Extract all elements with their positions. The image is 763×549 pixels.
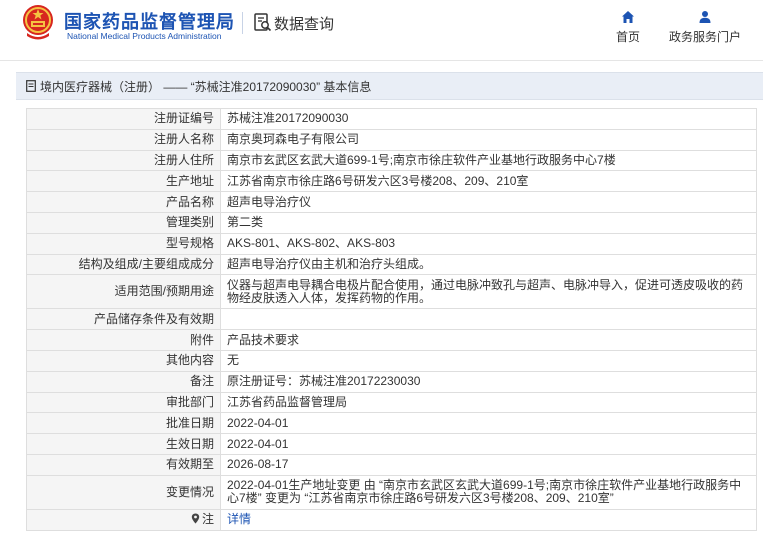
table-row: 生效日期 2022-04-01 [26,433,757,455]
field-value: 第二类 [220,211,757,234]
agency-name-en: National Medical Products Administration [67,31,222,41]
table-row: 管理类别 第二类 [26,211,757,234]
field-value: 江苏省南京市徐庄路6号研发六区3号楼208、209、210室 [220,170,757,193]
detail-title: 境内医疗器械（注册） —— “苏械注准20172090030” 基本信息 [40,80,372,94]
note-label: 注 [201,512,214,527]
national-emblem-icon [23,5,53,40]
table-row: 变更情况 2022-04-01生产地址变更 由 “南京市玄武区玄武大道699-1号… [26,474,757,510]
table-row: 适用范围/预期用途 仪器与超声电导耦合电极片配合使用，通过电脉冲致孔与超声、电脉冲… [26,274,757,310]
header-separator [0,60,763,61]
nav-gov-portal-label: 政务服务门户 [668,30,741,44]
field-label: 注册人名称 [26,128,221,151]
nav-home[interactable]: 首页 [608,10,648,45]
field-label: 附件 [26,329,221,351]
field-value: 2026-08-17 [220,453,757,476]
field-value: 无 [220,349,757,372]
field-value: 南京奥珂森电子有限公司 [220,128,757,151]
field-value: 2022-04-01生产地址变更 由 “南京市玄武区玄武大道699-1号;南京市… [220,474,757,510]
detail-table: 注册证编号 苏械注准20172090030 注册人名称 南京奥珂森电子有限公司 注册… [26,108,757,531]
field-label: 产品名称 [26,191,221,213]
field-value: 苏械注准20172090030 [220,108,757,130]
table-row: 审批部门 江苏省药品监督管理局 [26,391,757,414]
details-link[interactable]: 详情 [227,512,251,526]
document-icon [26,80,36,92]
field-value: 江苏省药品监督管理局 [220,391,757,414]
field-label: 产品储存条件及有效期 [26,308,221,331]
table-row: 产品名称 超声电导治疗仪 [26,191,757,213]
site-header: 国家药品监督管理局 National Medical Products Admi… [0,0,763,60]
detail-title-bar: 境内医疗器械（注册） —— “苏械注准20172090030” 基本信息 [16,72,763,100]
field-label: 适用范围/预期用途 [26,274,221,310]
field-label: 型号规格 [26,232,221,255]
nav-home-label: 首页 [615,30,640,44]
field-value: 原注册证号：苏械注准20172230030 [220,370,757,393]
field-label: 管理类别 [26,211,221,234]
table-row: 注 详情 [26,508,757,531]
field-value: 2022-04-01 [220,433,757,455]
home-icon [622,11,634,23]
field-label: 注册证编号 [26,108,221,130]
field-value: 产品技术要求 [220,329,757,351]
field-label: 批准日期 [26,412,221,435]
field-value: 超声电导治疗仪由主机和治疗头组成。 [220,253,757,276]
table-row: 结构及组成/主要组成成分 超声电导治疗仪由主机和治疗头组成。 [26,253,757,276]
section-title: 数据查询 [274,16,335,33]
field-value: 仪器与超声电导耦合电极片配合使用，通过电脉冲致孔与超声、电脉冲导入，促进可透皮吸… [220,274,757,310]
table-row: 注册人住所 南京市玄武区玄武大道699-1号;南京市徐庄软件产业基地行政服务中心7… [26,149,757,172]
table-row: 注册人名称 南京奥珂森电子有限公司 [26,128,757,151]
table-row: 产品储存条件及有效期 [26,308,757,331]
field-label: 审批部门 [26,391,221,414]
field-label: 注册人住所 [26,149,221,172]
table-row: 有效期至 2026-08-17 [26,453,757,476]
field-label: 备注 [26,370,221,393]
user-icon [699,11,711,23]
table-row: 附件 产品技术要求 [26,329,757,351]
location-pin-icon [191,513,200,524]
table-row: 型号规格 AKS-801、AKS-802、AKS-803 [26,232,757,255]
field-label: 生效日期 [26,433,221,455]
table-row: 备注 原注册证号：苏械注准20172230030 [26,370,757,393]
table-row: 批准日期 2022-04-01 [26,412,757,435]
header-divider [242,12,243,34]
field-value: 超声电导治疗仪 [220,191,757,213]
nav-gov-portal[interactable]: 政务服务门户 [664,10,746,45]
note-value: 详情 [220,508,757,531]
field-value: 南京市玄武区玄武大道699-1号;南京市徐庄软件产业基地行政服务中心7楼 [220,149,757,172]
table-row: 其他内容无 [26,349,757,372]
field-label: 变更情况 [26,474,221,510]
table-row: 注册证编号 苏械注准20172090030 [26,108,757,130]
field-label: 其他内容 [26,349,221,372]
field-value [220,308,757,331]
field-label: 有效期至 [26,453,221,476]
field-value: AKS-801、AKS-802、AKS-803 [220,232,757,255]
field-label: 生产地址 [26,170,221,193]
data-query-icon [254,13,272,32]
note-label-cell: 注 [26,508,221,531]
table-row: 生产地址 江苏省南京市徐庄路6号研发六区3号楼208、209、210室 [26,170,757,193]
field-value: 2022-04-01 [220,412,757,435]
field-label: 结构及组成/主要组成成分 [26,253,221,276]
